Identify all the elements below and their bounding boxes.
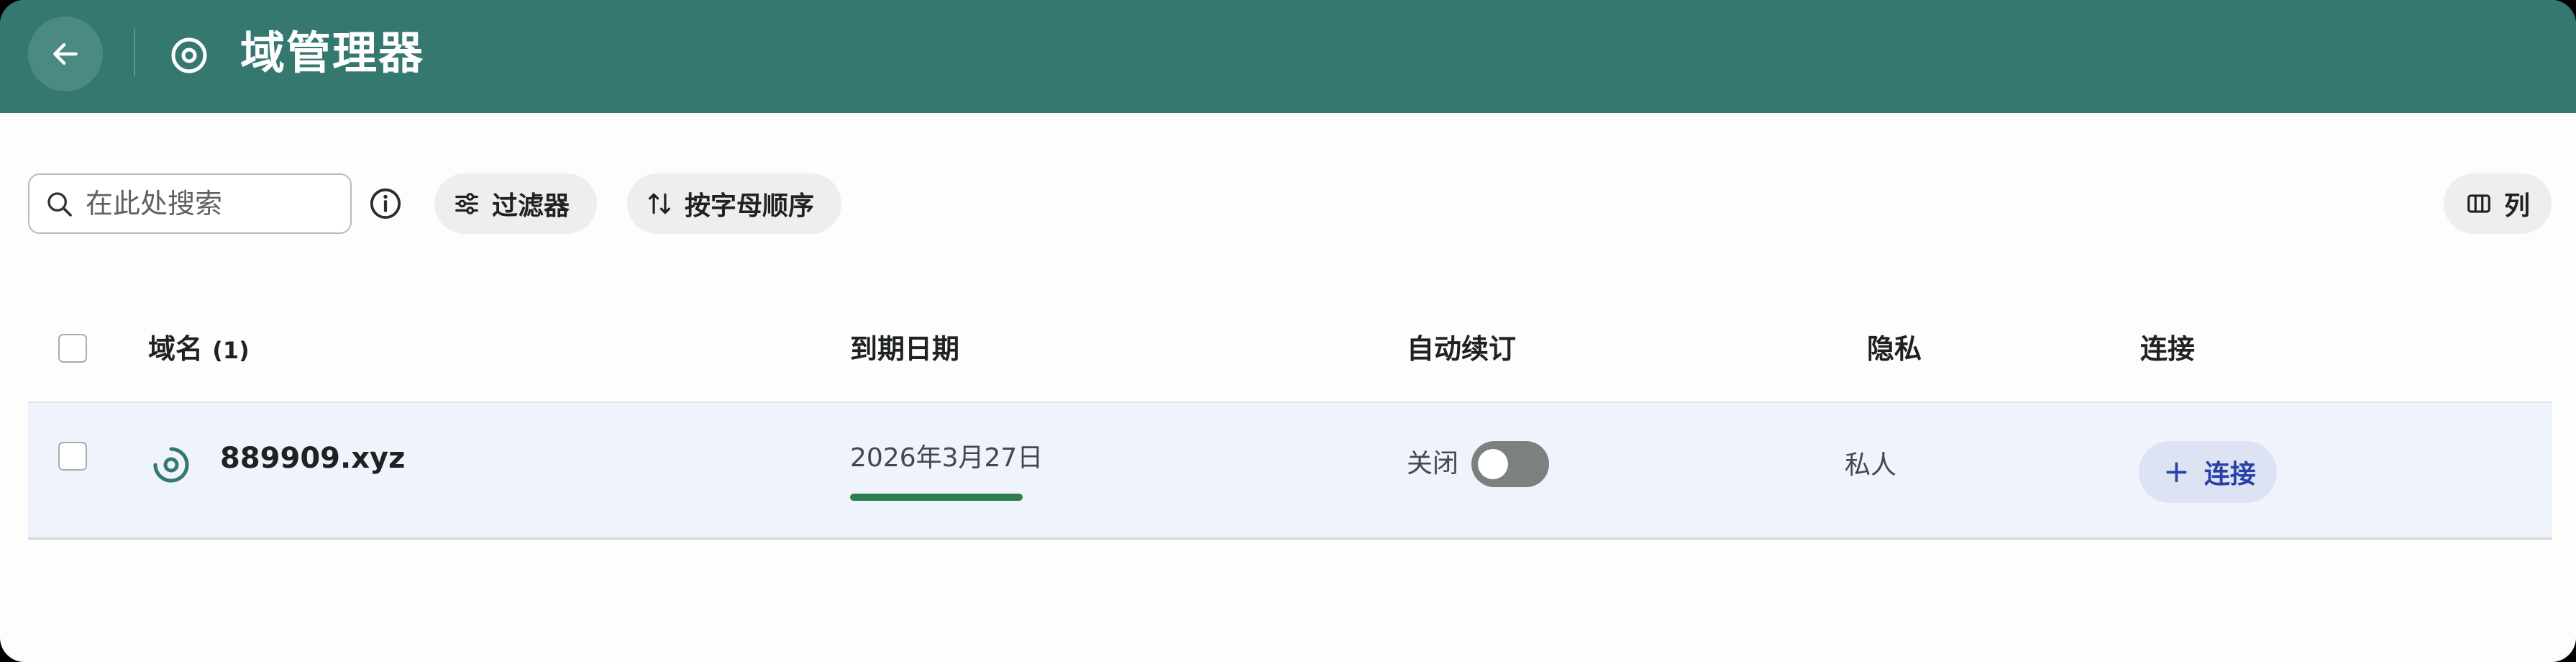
column-header-domain-label: 域名: [148, 333, 204, 365]
arrow-left-icon: [53, 42, 78, 65]
expiry-status-bar: [850, 494, 1023, 501]
select-all-checkbox[interactable]: [58, 334, 87, 363]
domain-manager-window: 域管理器 过滤器 按字母顺序: [0, 0, 2576, 662]
domain-target-icon: [171, 37, 207, 73]
back-button[interactable]: [28, 17, 103, 91]
search-input[interactable]: [86, 175, 344, 232]
columns-icon: [2467, 194, 2490, 213]
connect-label: 连接: [2203, 460, 2256, 489]
search-box[interactable]: [28, 173, 352, 234]
sort-label: 按字母顺序: [685, 191, 815, 221]
sort-arrows-icon: [648, 193, 671, 214]
domain-count: (1): [212, 337, 250, 364]
info-icon[interactable]: [369, 187, 402, 220]
column-header-expiry[interactable]: 到期日期: [850, 331, 959, 367]
filter-label: 过滤器: [492, 191, 570, 221]
search-icon: [47, 192, 72, 217]
columns-button[interactable]: 列: [2444, 173, 2552, 234]
filter-button[interactable]: 过滤器: [434, 173, 597, 234]
header-divider: [134, 29, 135, 76]
columns-label: 列: [2504, 191, 2531, 221]
privacy-value: 私人: [1845, 450, 1897, 480]
column-header-connect[interactable]: 连接: [2140, 331, 2195, 367]
page-title: 域管理器: [240, 27, 425, 79]
auto-renew-state-label: 关闭: [1407, 449, 1459, 479]
sliders-icon: [455, 193, 478, 214]
domain-target-icon: [153, 447, 189, 483]
auto-renew-toggle[interactable]: [1471, 441, 1549, 487]
sort-button[interactable]: 按字母顺序: [627, 173, 841, 234]
row-checkbox[interactable]: [58, 442, 87, 471]
column-header-domain[interactable]: 域名 (1): [148, 331, 250, 368]
domain-name-link[interactable]: 889909.xyz: [220, 440, 405, 476]
column-header-privacy[interactable]: 隐私: [1867, 331, 1922, 367]
app-header: 域管理器: [0, 0, 2576, 113]
plus-icon: +: [2163, 453, 2190, 490]
connect-button[interactable]: + 连接: [2139, 441, 2277, 503]
column-header-auto-renew[interactable]: 自动续订: [1407, 331, 1516, 367]
expiry-date: 2026年3月27日: [850, 443, 1043, 473]
toggle-knob: [1478, 449, 1508, 479]
